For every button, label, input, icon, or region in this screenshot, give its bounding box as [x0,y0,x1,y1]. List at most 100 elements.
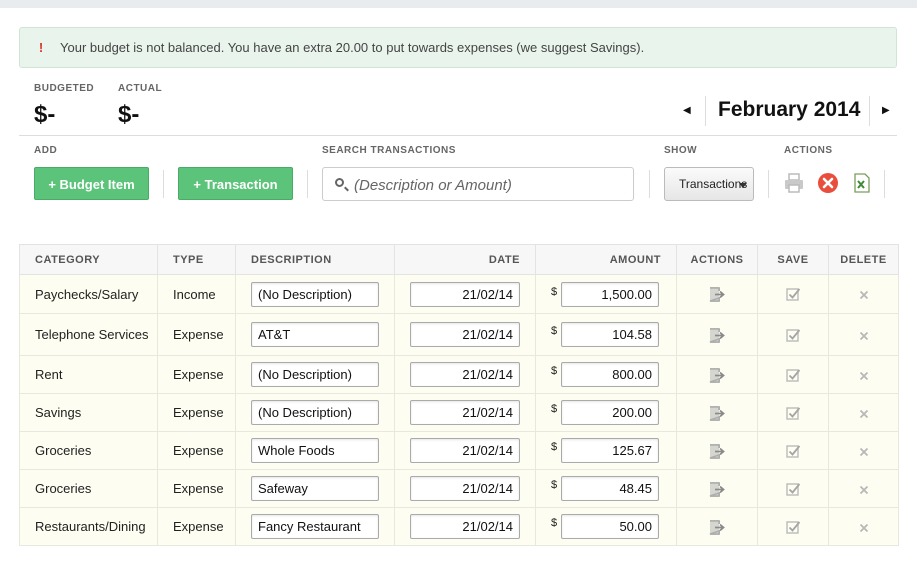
checkbox-check-icon[interactable] [785,368,801,383]
checkbox-check-icon[interactable] [785,444,801,459]
add-transaction-button[interactable]: + Transaction [178,167,293,200]
row-amount-cell: $50.00 [535,507,677,546]
table-row: Savings Expense (No Description) 21/02/14 $2… [19,393,899,432]
actual-label: ACTUAL [118,83,163,94]
print-icon[interactable] [783,172,805,194]
description-input[interactable]: Safeway [251,476,379,501]
chevron-down-icon [739,183,747,188]
checkbox-check-icon[interactable] [785,287,801,302]
close-icon[interactable] [859,485,869,495]
export-arrow-icon[interactable] [709,405,726,421]
row-category: Telephone Services [19,313,158,356]
row-category: Paychecks/Salary [19,274,158,314]
date-input[interactable]: 21/02/14 [410,362,520,387]
date-input[interactable]: 21/02/14 [410,281,520,307]
month-divider [869,96,870,126]
row-category: Rent [19,355,158,394]
header-category[interactable]: CATEGORY [19,244,158,275]
toolbar-divider [884,170,885,198]
checkbox-check-icon[interactable] [785,328,801,343]
amount-input[interactable]: 48.45 [561,476,659,501]
amount-input[interactable]: 800.00 [561,362,659,387]
cancel-icon[interactable] [817,172,839,194]
row-delete-cell [828,431,899,470]
row-type: Expense [157,313,236,356]
show-select[interactable]: Transactions [664,167,754,201]
export-arrow-icon[interactable] [709,481,726,497]
toolbar-divider [19,135,897,136]
row-description-cell: AT&T [235,313,395,356]
row-date-cell: 21/02/14 [394,313,536,356]
add-label: ADD [34,145,58,156]
header-date[interactable]: DATE [394,244,536,275]
row-date-cell: 21/02/14 [394,274,536,314]
row-date-cell: 21/02/14 [394,431,536,470]
row-description-cell: Whole Foods [235,431,395,470]
close-icon[interactable] [859,331,869,341]
triangle-right-icon[interactable]: ▶ [882,105,890,116]
row-type: Expense [157,469,236,508]
close-icon[interactable] [859,523,869,533]
close-icon[interactable] [859,409,869,419]
date-input[interactable]: 21/02/14 [410,476,520,501]
row-type: Expense [157,431,236,470]
transactions-table: CATEGORY TYPE DESCRIPTION DATE AMOUNT AC… [19,244,899,546]
row-type: Expense [157,355,236,394]
amount-input[interactable]: 104.58 [561,322,659,347]
description-input[interactable]: (No Description) [251,281,379,307]
table-row: Paychecks/Salary Income (No Description) 21… [19,274,899,314]
actions-label: ACTIONS [784,145,833,156]
row-category: Savings [19,393,158,432]
triangle-left-icon[interactable]: ◀ [683,105,691,116]
header-amount[interactable]: AMOUNT [535,244,677,275]
month-divider [705,96,706,126]
row-save-cell [757,355,829,394]
row-save-cell [757,313,829,356]
close-icon[interactable] [859,447,869,457]
export-arrow-icon[interactable] [709,443,726,459]
description-input[interactable]: AT&T [251,322,379,347]
row-description-cell: Fancy Restaurant [235,507,395,546]
amount-input[interactable]: 50.00 [561,514,659,539]
date-input[interactable]: 21/02/14 [410,514,520,539]
amount-input[interactable]: 1,500.00 [561,281,659,307]
export-arrow-icon[interactable] [709,367,726,383]
budgeted-value: $- [34,101,56,128]
row-actions-cell [676,469,758,508]
row-actions-cell [676,313,758,356]
date-input[interactable]: 21/02/14 [410,400,520,425]
export-arrow-icon[interactable] [709,327,726,343]
description-input[interactable]: Fancy Restaurant [251,514,379,539]
checkbox-check-icon[interactable] [785,482,801,497]
close-icon[interactable] [859,290,869,300]
warning-icon: ! [38,40,44,55]
header-description[interactable]: DESCRIPTION [235,244,395,275]
date-input[interactable]: 21/02/14 [410,438,520,463]
excel-export-icon[interactable] [851,172,873,194]
checkbox-check-icon[interactable] [785,520,801,535]
row-save-cell [757,469,829,508]
close-icon[interactable] [859,371,869,381]
date-input[interactable]: 21/02/14 [410,322,520,347]
row-actions-cell [676,274,758,314]
add-budget-item-button[interactable]: + Budget Item [34,167,149,200]
description-input[interactable]: (No Description) [251,362,379,387]
table-row: Rent Expense (No Description) 21/02/14 $800.… [19,355,899,394]
description-input[interactable]: (No Description) [251,400,379,425]
amount-input[interactable]: 200.00 [561,400,659,425]
header-delete: DELETE [828,244,899,275]
checkbox-check-icon[interactable] [785,406,801,421]
row-actions-cell [676,393,758,432]
table-row: Telephone Services Expense AT&T 21/02/14 $10… [19,313,899,356]
export-arrow-icon[interactable] [709,287,726,302]
table-row: Restaurants/Dining Expense Fancy Restauran… [19,507,899,546]
currency-symbol: $ [551,479,558,491]
row-save-cell [757,507,829,546]
description-input[interactable]: Whole Foods [251,438,379,463]
row-delete-cell [828,507,899,546]
row-description-cell: Safeway [235,469,395,508]
header-type[interactable]: TYPE [157,244,236,275]
export-arrow-icon[interactable] [709,519,726,535]
search-input[interactable]: (Description or Amount) [322,167,634,201]
amount-input[interactable]: 125.67 [561,438,659,463]
